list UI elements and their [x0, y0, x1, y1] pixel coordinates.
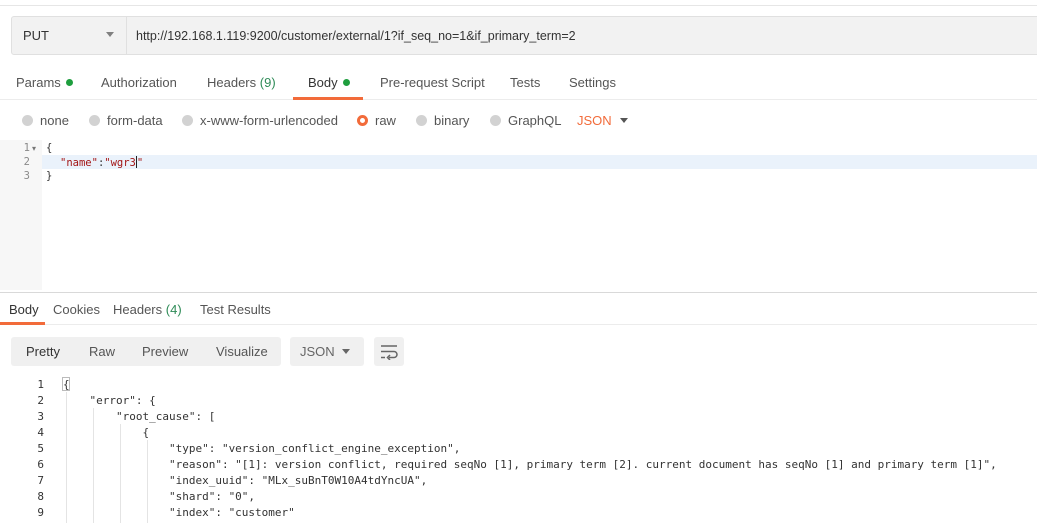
radio-selected-icon: [357, 115, 368, 126]
radio-raw[interactable]: raw: [357, 113, 396, 128]
editor-gutter: 1 ▾ 2 3: [0, 140, 42, 290]
code-line: "name":"wgr3": [60, 156, 143, 169]
tab-response-body[interactable]: Body: [9, 302, 39, 317]
active-dot-icon: [342, 79, 350, 86]
tab-count: (9): [259, 75, 276, 90]
active-dot-icon: [65, 79, 73, 86]
line-number: 1: [23, 142, 30, 154]
tab-authorization[interactable]: Authorization: [101, 75, 177, 90]
code-line: {: [46, 142, 53, 154]
view-mode-visualize[interactable]: Visualize: [216, 344, 268, 359]
tab-headers[interactable]: Headers (9): [207, 75, 276, 90]
response-body-viewer[interactable]: 1 2 3 4 5 6 7 8 9 { "error": { "root_cau…: [0, 376, 1037, 523]
line-number: 6: [37, 458, 44, 471]
json-value-end: ": [136, 157, 144, 169]
chevron-down-icon[interactable]: [620, 118, 628, 123]
tab-label: Cookies: [53, 302, 100, 317]
json-key: "name": [60, 157, 98, 169]
radio-circle-icon: [22, 115, 33, 126]
view-mode-switch: Pretty Raw Preview Visualize: [11, 337, 281, 366]
tab-count: (4): [165, 302, 182, 317]
tab-body[interactable]: Body: [308, 75, 350, 90]
tab-label: Test Results: [200, 302, 271, 317]
fold-arrow-icon[interactable]: ▾: [32, 144, 36, 153]
top-border: [0, 5, 1037, 6]
tab-response-headers[interactable]: Headers (4): [113, 302, 182, 317]
tab-label: Headers: [113, 302, 163, 317]
radio-label: raw: [375, 113, 396, 128]
wrap-lines-button[interactable]: [374, 337, 404, 366]
radio-label: none: [40, 113, 69, 128]
request-body-editor[interactable]: 1 ▾ 2 3 { "name":"wgr3" }: [0, 140, 1037, 290]
method-label: PUT: [23, 28, 49, 43]
response-line: "error": {: [63, 394, 156, 407]
tab-cookies[interactable]: Cookies: [53, 302, 100, 317]
line-number: 2: [37, 394, 44, 407]
radio-label: x-www-form-urlencoded: [200, 113, 338, 128]
tab-label: Pre-request Script: [380, 75, 485, 90]
line-number: 1: [37, 378, 44, 391]
line-number: 3: [23, 170, 30, 182]
response-line: "shard": "0",: [63, 490, 256, 503]
view-mode-raw[interactable]: Raw: [89, 344, 115, 359]
url-text: http://192.168.1.119:9200/customer/exter…: [136, 29, 576, 43]
radio-circle-icon: [182, 115, 193, 126]
request-url-bar: PUT http://192.168.1.119:9200/customer/e…: [0, 0, 1037, 67]
tab-label: Authorization: [101, 75, 177, 90]
response-line: "root_cause": [: [63, 410, 216, 423]
line-number: 2: [23, 156, 30, 168]
response-line: {: [63, 426, 150, 439]
view-mode-preview[interactable]: Preview: [142, 344, 188, 359]
chevron-down-icon: [106, 32, 114, 37]
line-number: 5: [37, 442, 44, 455]
tab-params[interactable]: Params: [16, 75, 73, 90]
tab-label: Tests: [510, 75, 541, 90]
tab-label: Body: [308, 75, 338, 90]
response-line: "reason": "[1]: version conflict, requir…: [63, 458, 997, 471]
tab-settings[interactable]: Settings: [569, 75, 616, 90]
tab-pre-request-script[interactable]: Pre-request Script: [380, 75, 485, 90]
tab-label: Headers: [207, 75, 257, 90]
request-tabs: Params Authorization Headers (9) Body Pr…: [0, 67, 1037, 100]
radio-label: binary: [434, 113, 470, 128]
radio-binary[interactable]: binary: [416, 113, 469, 128]
line-number: 3: [37, 410, 44, 423]
json-value: "wgr3: [104, 157, 136, 169]
chevron-down-icon: [342, 349, 350, 354]
format-label: JSON: [300, 344, 335, 359]
radio-graphql[interactable]: GraphQL: [490, 113, 561, 128]
radio-label: form-data: [107, 113, 163, 128]
tab-tests[interactable]: Tests: [510, 75, 540, 90]
radio-label: GraphQL: [508, 113, 562, 128]
body-type-selector: none form-data x-www-form-urlencoded raw…: [0, 100, 1037, 140]
wrap-lines-icon: [381, 345, 398, 360]
response-line: "index": "customer": [63, 506, 295, 519]
line-number: 4: [37, 426, 44, 439]
radio-circle-icon: [416, 115, 427, 126]
view-mode-pretty[interactable]: Pretty: [26, 344, 60, 359]
response-tabs: Body Cookies Headers (4) Test Results: [0, 293, 1037, 325]
response-toolbar: Pretty Raw Preview Visualize JSON: [0, 325, 1037, 375]
code-line: }: [46, 170, 53, 182]
tab-label: Params: [16, 75, 61, 90]
body-format-select[interactable]: JSON: [577, 113, 612, 128]
radio-x-www-form-urlencoded[interactable]: x-www-form-urlencoded: [182, 113, 338, 128]
method-select[interactable]: PUT: [11, 16, 127, 55]
tab-label: Body: [9, 302, 39, 317]
radio-form-data[interactable]: form-data: [89, 113, 163, 128]
radio-circle-icon: [89, 115, 100, 126]
line-number: 8: [37, 490, 44, 503]
response-line: "type": "version_conflict_engine_excepti…: [63, 442, 461, 455]
radio-circle-icon: [490, 115, 501, 126]
line-number: 9: [37, 506, 44, 519]
url-input[interactable]: http://192.168.1.119:9200/customer/exter…: [127, 16, 1037, 55]
tab-label: Settings: [569, 75, 616, 90]
active-line-highlight: [42, 155, 1037, 169]
line-number: 7: [37, 474, 44, 487]
radio-none[interactable]: none: [22, 113, 69, 128]
tab-test-results[interactable]: Test Results: [200, 302, 271, 317]
response-format-select[interactable]: JSON: [290, 337, 364, 366]
response-line: {: [63, 378, 70, 391]
response-line: "index_uuid": "MLx_suBnT0W10A4tdYncUA",: [63, 474, 428, 487]
